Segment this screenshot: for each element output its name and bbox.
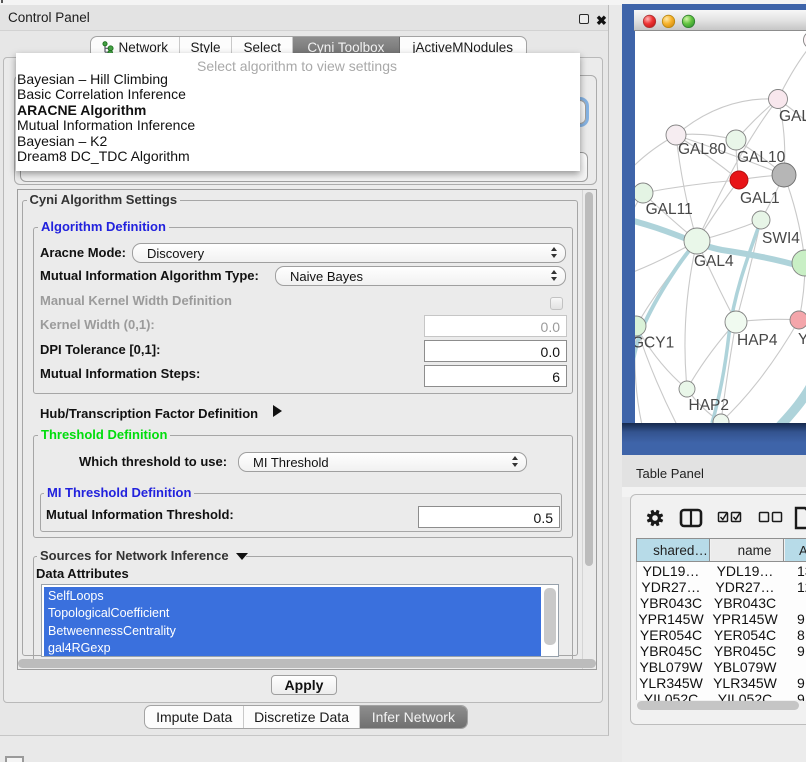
svg-text:SWI4: SWI4 <box>762 230 800 247</box>
svg-text:HAP4: HAP4 <box>737 332 778 349</box>
svg-text:GAL80: GAL80 <box>678 141 727 158</box>
svg-text:GAL11: GAL11 <box>646 201 693 218</box>
svg-text:GAL10: GAL10 <box>737 149 786 166</box>
svg-text:GAL1: GAL1 <box>740 190 780 207</box>
svg-text:YEL: YEL <box>798 331 806 348</box>
svg-text:GAL7: GAL7 <box>779 108 806 125</box>
svg-text:GCY1: GCY1 <box>632 335 674 352</box>
svg-text:HAP2: HAP2 <box>689 397 730 414</box>
svg-text:GAL4: GAL4 <box>694 253 734 270</box>
